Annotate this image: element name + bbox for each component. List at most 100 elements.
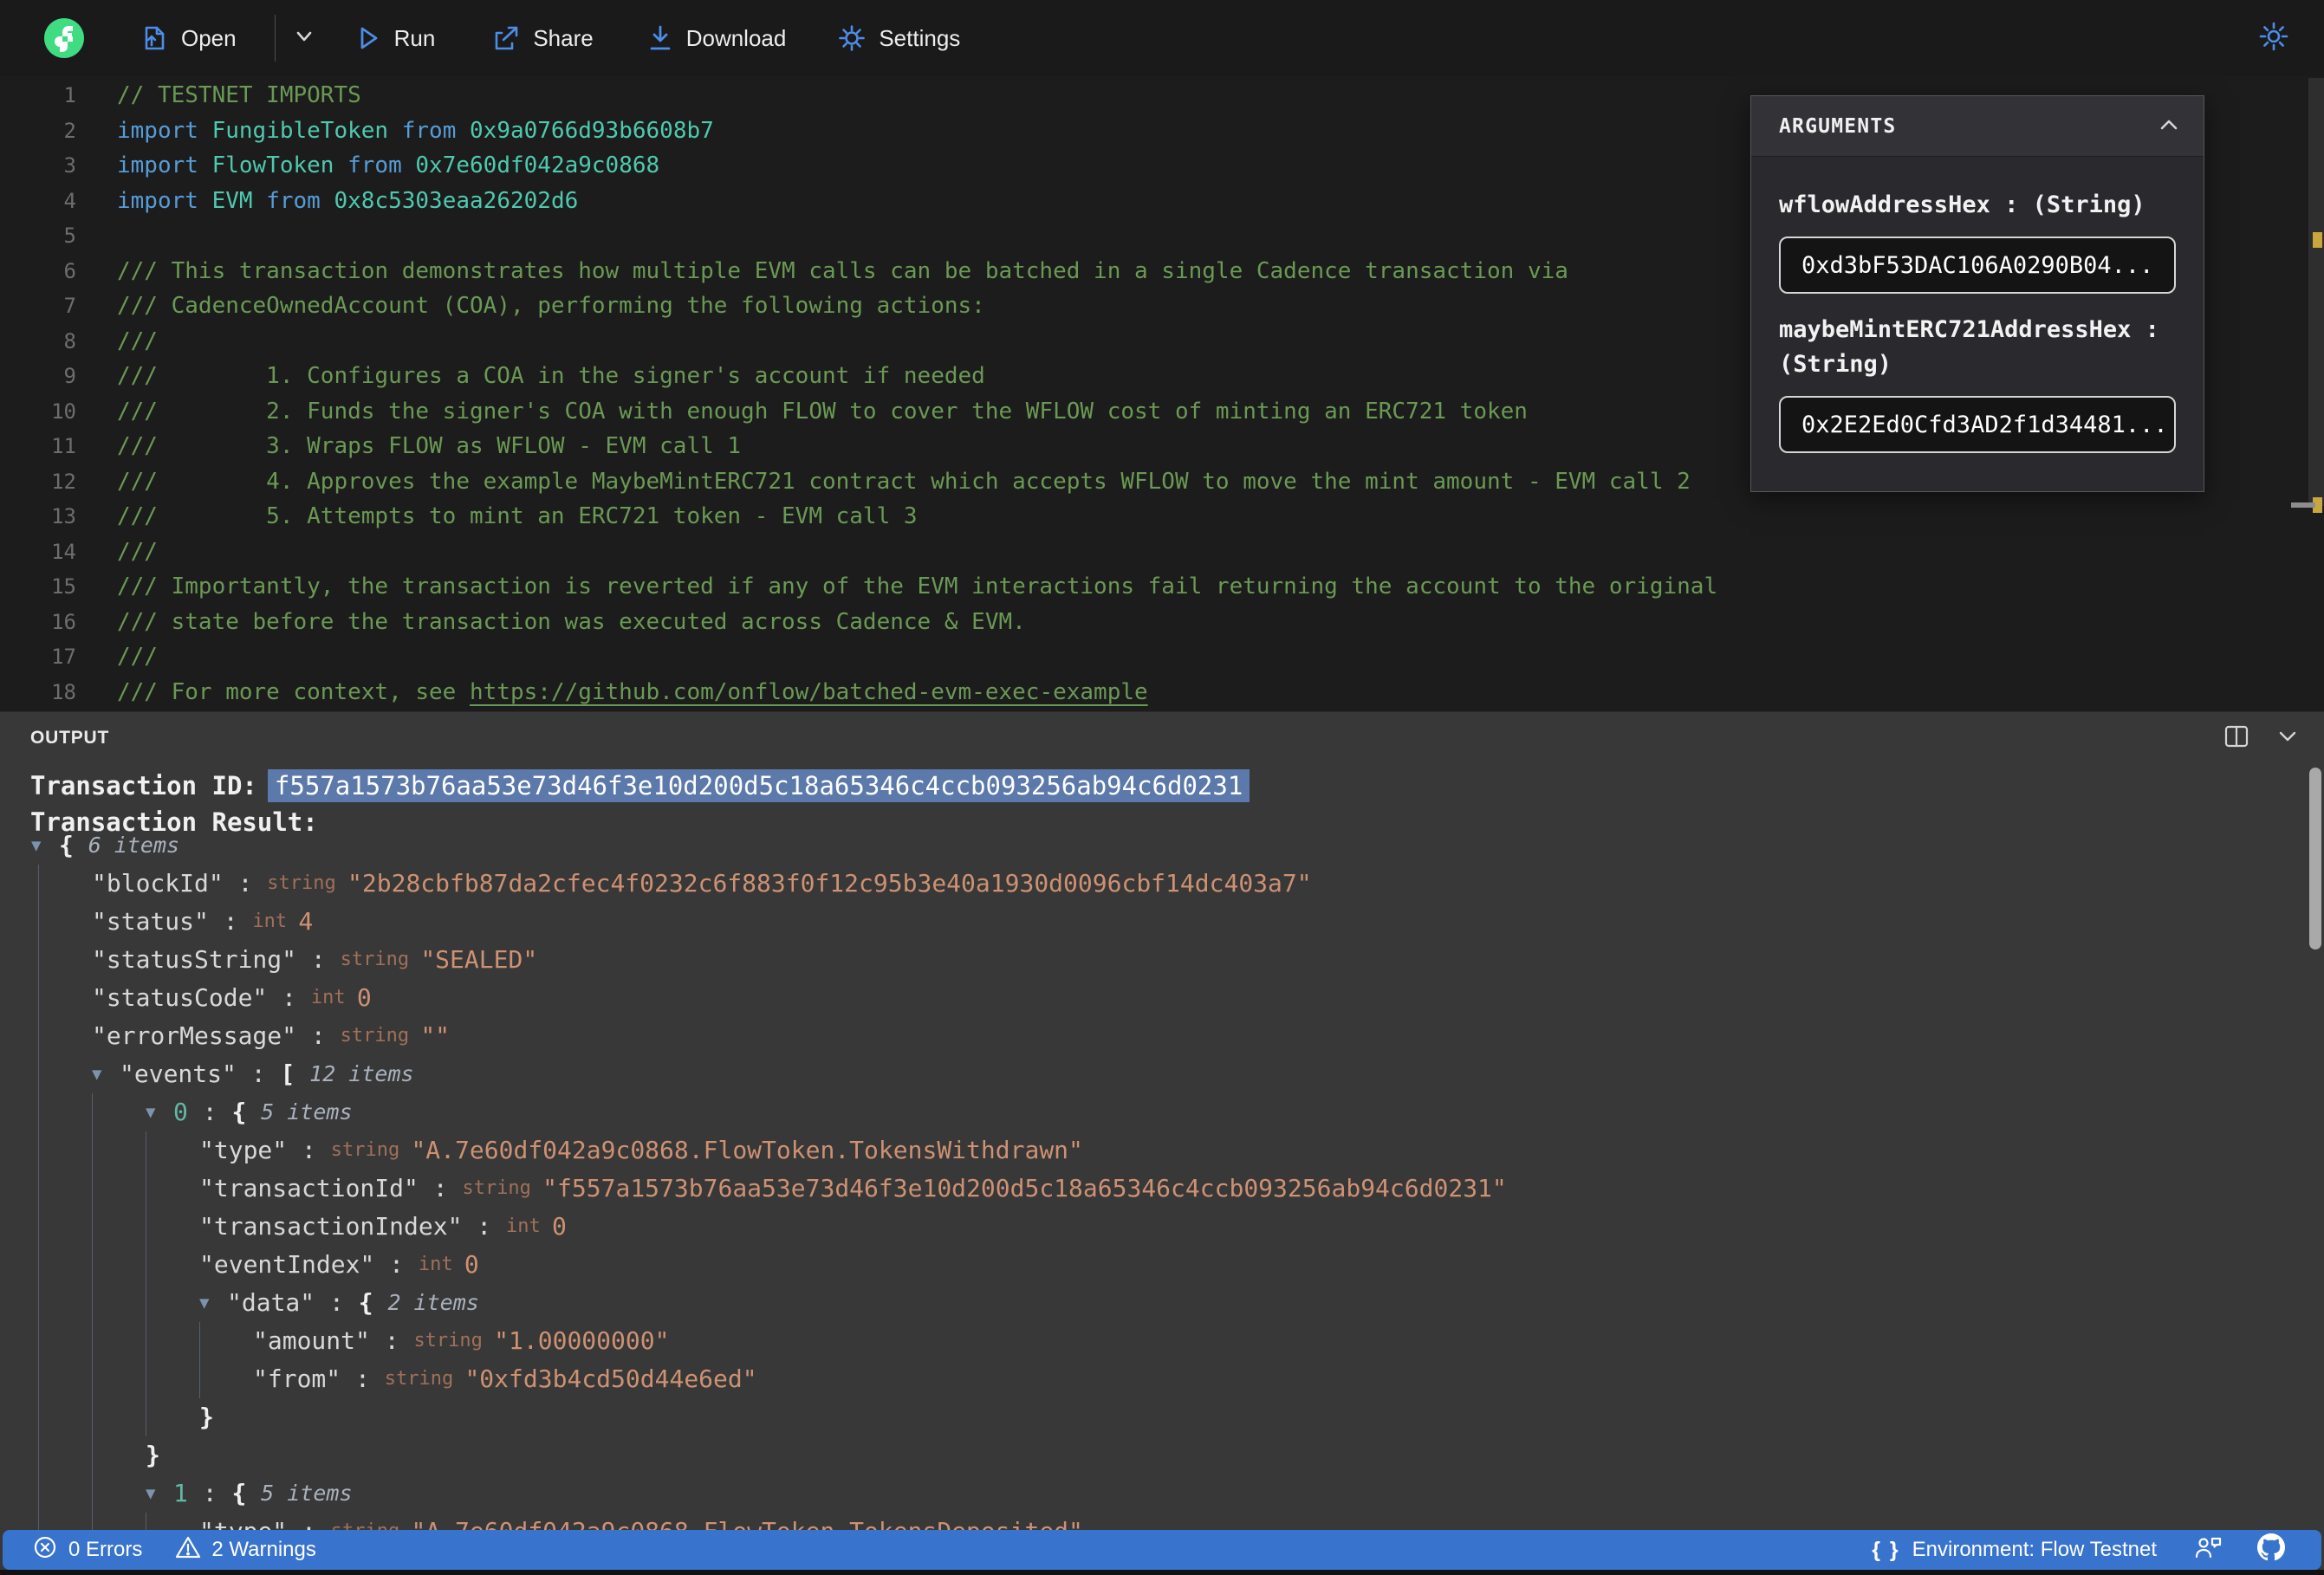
code-token: // TESTNET IMPORTS <box>117 82 361 108</box>
json-row: "amount" : string "1.00000000" <box>0 1322 2301 1360</box>
json-str: "0xfd3b4cd50d44e6ed" <box>464 1364 757 1393</box>
indent-guide <box>38 865 92 903</box>
transaction-id-line: Transaction ID: f557a1573b76aa53e73d46f3e… <box>30 769 1250 802</box>
indent-guide <box>146 1246 199 1284</box>
argument-input-wflow[interactable]: 0xd3bF53DAC106A0290B04... <box>1779 237 2176 294</box>
output-scrollbar[interactable] <box>2309 768 2321 950</box>
code-token: import <box>117 152 212 178</box>
collapse-output-chevron-icon[interactable] <box>2275 728 2300 749</box>
feedback-button[interactable] <box>2193 1534 2223 1566</box>
arguments-title: ARGUMENTS <box>1779 114 1897 138</box>
collapse-toggle-icon[interactable]: ▼ <box>92 1055 120 1093</box>
json-punc: : <box>208 907 253 936</box>
indent-guide <box>38 903 92 941</box>
collapse-toggle-icon[interactable]: ▼ <box>146 1093 173 1131</box>
json-str: "1.00000000" <box>494 1326 670 1355</box>
chevron-up-icon[interactable] <box>2157 113 2181 139</box>
json-row: ▼ 1 : { 5 items <box>0 1475 2301 1513</box>
error-icon <box>32 1534 58 1566</box>
indent-guide <box>146 1131 199 1170</box>
code-line[interactable]: 17 /// <box>0 639 2303 675</box>
code-token: /// This transaction demonstrates how mu… <box>117 257 1568 284</box>
code-token: /// 3. Wraps FLOW as WFLOW - EVM call 1 <box>117 433 742 459</box>
errors-indicator[interactable]: 0 Errors <box>32 1534 142 1566</box>
code-token: EVM <box>211 187 267 214</box>
collapse-toggle-icon[interactable]: ▼ <box>146 1475 173 1513</box>
code-line[interactable]: 13 /// 5. Attempts to mint an ERC721 toke… <box>0 499 2303 535</box>
indent-guide <box>38 1284 92 1322</box>
indent-guide <box>38 1055 92 1093</box>
arguments-panel-header[interactable]: ARGUMENTS <box>1751 96 2204 157</box>
json-str: "SEALED" <box>420 945 538 974</box>
transaction-id-label: Transaction ID: <box>30 771 257 800</box>
output-title: OUTPUT <box>30 728 110 748</box>
line-number: 15 <box>51 574 76 599</box>
json-punc: : <box>418 1174 463 1202</box>
open-button[interactable]: Open <box>140 23 237 53</box>
warning-marker <box>2313 232 2322 248</box>
theme-toggle-button[interactable] <box>2258 21 2289 56</box>
json-str: "f557a1573b76aa53e73d46f3e10d200d5c18a65… <box>542 1174 1507 1202</box>
json-row: "status" : int 4 <box>0 903 2301 941</box>
code-editor[interactable]: 1 // TESTNET IMPORTS 2 import FungibleToken… <box>0 76 2324 711</box>
code-token: import <box>117 187 212 214</box>
indent-guide <box>92 1170 146 1208</box>
share-button[interactable]: Share <box>490 24 594 52</box>
argument-input-maybemint[interactable]: 0x2E2Ed0Cfd3AD2f1d34481... <box>1779 396 2176 453</box>
json-typ: string <box>413 1330 495 1351</box>
code-token: /// CadenceOwnedAccount (COA), performin… <box>117 293 985 319</box>
json-row: "from" : string "0xfd3b4cd50d44e6ed" <box>0 1360 2301 1398</box>
json-row: "statusString" : string "SEALED" <box>0 941 2301 979</box>
code-line[interactable]: 14 /// <box>0 535 2303 570</box>
code-line[interactable]: 18 /// For more context, see https://gith… <box>0 675 2303 710</box>
json-brace: [ <box>280 1060 310 1088</box>
indent-guide <box>38 1017 92 1055</box>
code-token: 0x9a0766d93b6608b7 <box>470 117 714 144</box>
code-link[interactable]: https://github.com/onflow/batched-evm-ex… <box>470 679 1148 705</box>
json-row: } <box>0 1436 2301 1475</box>
split-view-icon[interactable] <box>2223 724 2249 752</box>
download-button[interactable]: Download <box>647 23 786 53</box>
run-button[interactable]: Run <box>355 24 435 52</box>
json-items: 6 items <box>88 833 180 858</box>
indent-guide <box>38 1322 92 1360</box>
code-line[interactable]: 15 /// Importantly, the transaction is re… <box>0 569 2303 605</box>
collapse-toggle-icon[interactable]: ▼ <box>31 826 59 865</box>
editor-scrollbar[interactable] <box>2308 78 2324 506</box>
code-token: 0x8c5303eaa26202d6 <box>334 187 579 214</box>
json-row: ▼{ 6 items <box>0 826 2301 865</box>
json-items: 12 items <box>309 1061 414 1086</box>
json-typ: int <box>506 1215 552 1237</box>
json-typ: string <box>462 1177 543 1199</box>
open-dropdown-button[interactable] <box>291 27 317 50</box>
json-punc: : <box>223 869 268 898</box>
code-token: from <box>401 117 471 144</box>
line-number: 16 <box>51 609 76 634</box>
code-token: /// <box>117 327 158 354</box>
indent-guide <box>92 1398 146 1436</box>
json-key: "from" <box>253 1364 341 1393</box>
indent-guide <box>92 1284 146 1322</box>
code-line[interactable]: 16 /// state before the transaction was e… <box>0 605 2303 640</box>
json-items: 5 items <box>261 1481 353 1506</box>
indent-guide <box>92 1246 146 1284</box>
json-str: 0 <box>552 1212 567 1241</box>
github-button[interactable] <box>2257 1533 2285 1567</box>
warnings-indicator[interactable]: 2 Warnings <box>175 1535 316 1565</box>
transaction-id-value[interactable]: f557a1573b76aa53e73d46f3e10d200d5c18a653… <box>267 769 1250 802</box>
settings-button[interactable]: Settings <box>838 24 960 52</box>
json-punc: : <box>187 1098 232 1126</box>
json-key: "statusString" <box>92 945 297 974</box>
json-key: "eventIndex" <box>199 1250 375 1279</box>
json-row: ▼ "events" : [ 12 items <box>0 1055 2301 1093</box>
code-token: /// 4. Approves the example MaybeMintERC… <box>117 468 1691 495</box>
indent-guide <box>92 1322 146 1360</box>
environment-label: Environment: Flow Testnet <box>1912 1538 2157 1561</box>
environment-indicator[interactable]: { } Environment: Flow Testnet <box>1872 1538 2157 1563</box>
json-items: 2 items <box>387 1290 479 1315</box>
run-icon <box>355 24 381 52</box>
indent-guide <box>146 1322 199 1360</box>
code-token: /// 5. Attempts to mint an ERC721 token … <box>117 503 918 529</box>
json-typ: string <box>340 949 421 970</box>
collapse-toggle-icon[interactable]: ▼ <box>199 1284 227 1322</box>
